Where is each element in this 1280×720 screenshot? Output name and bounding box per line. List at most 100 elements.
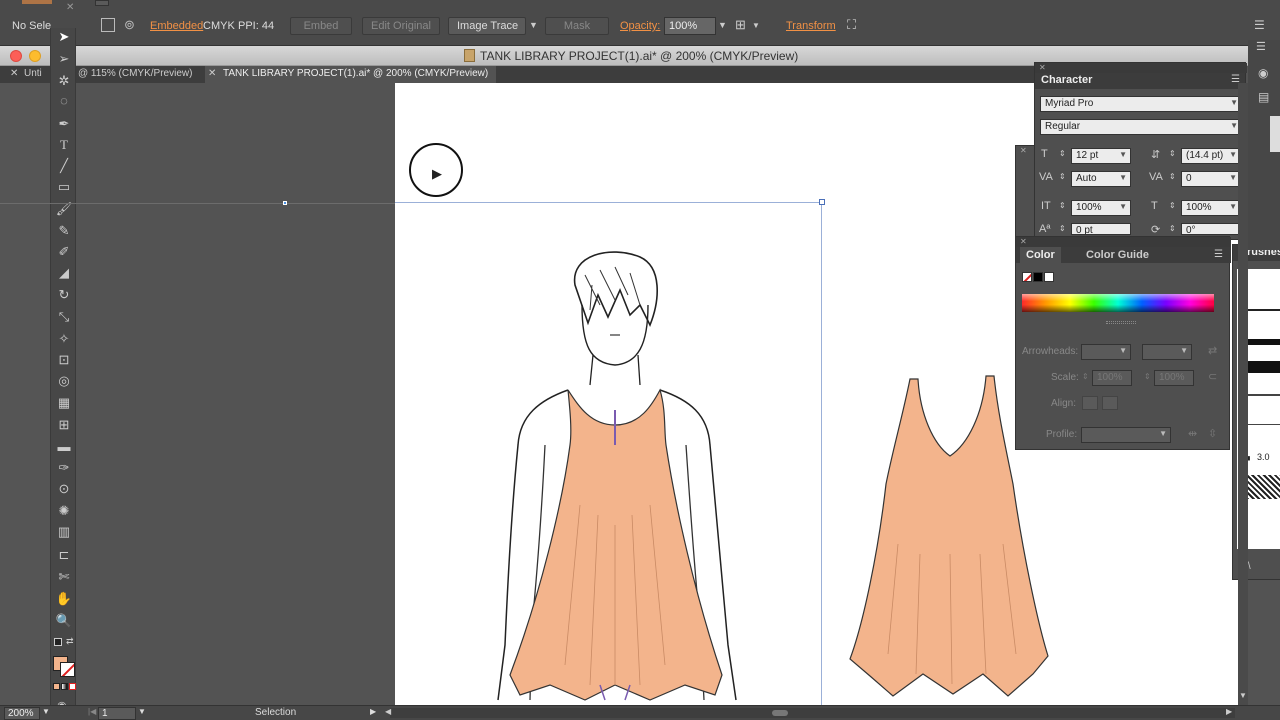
leading-dropdown-icon[interactable]: ▼ [1229, 150, 1237, 159]
brush-stroke-5[interactable] [1245, 424, 1280, 425]
embedded-link[interactable]: Embedded [150, 20, 203, 32]
horizontal-scale-dropdown-icon[interactable]: ▼ [1229, 202, 1237, 211]
scroll-down-arrow-icon[interactable]: ▼ [1239, 691, 1247, 700]
character-panel-title[interactable]: Character [1041, 74, 1092, 86]
font-size-stepper-icon[interactable]: ⇕ [1059, 149, 1066, 158]
transform-link[interactable]: Transform [786, 20, 836, 32]
dock-icon-2[interactable]: ▤ [1258, 90, 1269, 104]
vertical-scale-field[interactable]: 100% ▼ [1071, 200, 1131, 216]
direct-selection-tool-icon[interactable]: ➢ [55, 50, 73, 68]
font-family-field[interactable]: Myriad Pro ▼ [1040, 96, 1242, 112]
edit-original-button[interactable]: Edit Original [362, 17, 440, 35]
scale-start-stepper-icon[interactable]: ⇕ [1082, 372, 1089, 381]
shape-builder-tool-icon[interactable]: ◎ [55, 372, 73, 390]
color-panel-close-icon[interactable]: ✕ [1020, 237, 1027, 246]
vertical-scrollbar[interactable]: ▼ [1238, 83, 1248, 705]
brush-stroke-3[interactable] [1243, 361, 1280, 373]
eyedropper-tool-icon[interactable]: ✑ [55, 459, 73, 477]
zoom-dropdown-icon[interactable]: ▼ [42, 707, 50, 716]
tab-tank-library[interactable]: TANK LIBRARY PROJECT(1).ai* @ 200% (CMYK… [205, 66, 497, 83]
baseline-shift-stepper-icon[interactable]: ⇕ [1059, 224, 1066, 233]
eraser-tool-icon[interactable]: ◢ [55, 264, 73, 282]
panel-toggle-icon[interactable] [95, 0, 109, 6]
opacity-input[interactable]: 100% [664, 17, 716, 35]
leading-field[interactable]: (14.4 pt) ▼ [1181, 148, 1241, 164]
horizontal-scrollbar[interactable]: ◀ ▶ [385, 707, 1235, 718]
minimize-window-button[interactable] [29, 50, 41, 62]
horizontal-scale-stepper-icon[interactable]: ⇕ [1169, 201, 1176, 210]
type-tool-icon[interactable]: T [55, 136, 73, 154]
lasso-tool-icon[interactable]: ◌ [55, 92, 73, 110]
arrowhead-start-select[interactable]: ▼ [1081, 344, 1131, 360]
kerning-field[interactable]: Auto ▼ [1071, 171, 1131, 187]
brush-stroke-4[interactable] [1245, 394, 1280, 396]
tab-color-guide[interactable]: Color Guide [1086, 249, 1149, 261]
panel-resize-grip[interactable] [1106, 321, 1136, 324]
perspective-grid-tool-icon[interactable]: ▦ [55, 394, 73, 412]
tab-115-percent[interactable]: @ 115% (CMYK/Preview) [70, 66, 200, 83]
artboard-dropdown-icon[interactable]: ▼ [138, 707, 146, 716]
image-trace-dropdown-icon[interactable]: ▼ [529, 20, 538, 30]
dock-thumbnail[interactable] [1270, 116, 1280, 152]
hand-tool-icon[interactable]: ✋ [55, 590, 73, 608]
blob-brush-tool-icon[interactable]: ✐ [55, 243, 73, 261]
app-close-icon[interactable]: ✕ [66, 2, 74, 13]
artboard-number-field[interactable]: 1 [98, 707, 136, 720]
gradient-tool-icon[interactable]: ▬ [55, 438, 73, 456]
none-swatch[interactable] [1022, 272, 1032, 282]
align-option-1-icon[interactable] [1082, 396, 1098, 410]
none-mode-icon[interactable] [69, 683, 76, 690]
black-swatch[interactable] [1033, 272, 1043, 282]
tracking-dropdown-icon[interactable]: ▼ [1229, 173, 1237, 182]
profile-select[interactable]: ▼ [1081, 427, 1171, 443]
font-family-dropdown-icon[interactable]: ▼ [1230, 98, 1238, 107]
horizontal-scroll-thumb[interactable] [772, 710, 788, 716]
opacity-dropdown-icon[interactable]: ▼ [718, 20, 727, 30]
arrowhead-end-select[interactable]: ▼ [1142, 344, 1192, 360]
font-size-dropdown-icon[interactable]: ▼ [1119, 150, 1127, 159]
scale-tool-icon[interactable]: ⤡ [55, 308, 73, 326]
color-panel-menu-icon[interactable]: ☰ [1214, 249, 1223, 260]
gradient-mode-icon[interactable] [61, 683, 68, 690]
color-mode-icon[interactable] [53, 683, 60, 690]
fashion-figure-illustration[interactable] [490, 245, 750, 705]
symbol-sprayer-tool-icon[interactable]: ✺ [55, 502, 73, 520]
swap-colors-icon[interactable]: ⇄ [66, 636, 74, 647]
brush-stroke-2[interactable] [1245, 339, 1280, 345]
status-menu-arrow-icon[interactable]: ▶ [370, 707, 376, 716]
font-style-dropdown-icon[interactable]: ▼ [1230, 121, 1238, 130]
free-transform-tool-icon[interactable]: ⊡ [55, 351, 73, 369]
recolor-icon[interactable]: ⊚ [124, 17, 135, 33]
warp-tool-icon[interactable]: ✧ [55, 330, 73, 348]
mesh-tool-icon[interactable]: ⊞ [55, 416, 73, 434]
rotation-field[interactable]: 0° [1181, 223, 1241, 235]
arrowhead-end-dropdown-icon[interactable]: ▼ [1180, 346, 1188, 355]
close-window-button[interactable] [10, 50, 22, 62]
baseline-shift-field[interactable]: 0 pt [1071, 223, 1131, 235]
color-panel-collapse-bar[interactable] [1016, 237, 1231, 247]
panel-collapse-bar[interactable] [1035, 63, 1247, 73]
active-tab-close-icon[interactable]: ✕ [208, 68, 216, 79]
stroke-swatch[interactable] [60, 662, 75, 677]
color-spectrum-bar[interactable] [1022, 294, 1214, 312]
scroll-left-arrow-icon[interactable]: ◀ [385, 707, 391, 716]
rotation-stepper-icon[interactable]: ⇕ [1169, 224, 1176, 233]
scale-start-field[interactable]: 100% [1092, 370, 1132, 386]
leading-stepper-icon[interactable]: ⇕ [1169, 149, 1176, 158]
artboard-tool-icon[interactable]: ⊏ [55, 546, 73, 564]
style-dropdown-icon[interactable]: ▼ [752, 21, 760, 30]
profile-dropdown-icon[interactable]: ▼ [1159, 429, 1167, 438]
scroll-right-arrow-icon[interactable]: ▶ [1226, 707, 1232, 716]
rotate-tool-icon[interactable]: ↻ [55, 286, 73, 304]
scale-end-stepper-icon[interactable]: ⇕ [1144, 372, 1151, 381]
first-artboard-icon[interactable]: |◀ [88, 707, 96, 716]
control-bar-menu-icon[interactable]: ☰ [1254, 18, 1265, 32]
rectangle-tool-icon[interactable]: ▭ [55, 178, 73, 196]
dock-icon-1[interactable]: ◉ [1258, 66, 1268, 80]
column-graph-tool-icon[interactable]: ▥ [55, 523, 73, 541]
link-scale-icon[interactable]: ⊂ [1208, 370, 1217, 383]
dock-menu-icon[interactable]: ☰ [1256, 40, 1266, 53]
embed-button[interactable]: Embed [290, 17, 352, 35]
horizontal-scale-field[interactable]: 100% ▼ [1181, 200, 1241, 216]
pen-tool-icon[interactable]: ✒ [55, 115, 73, 133]
